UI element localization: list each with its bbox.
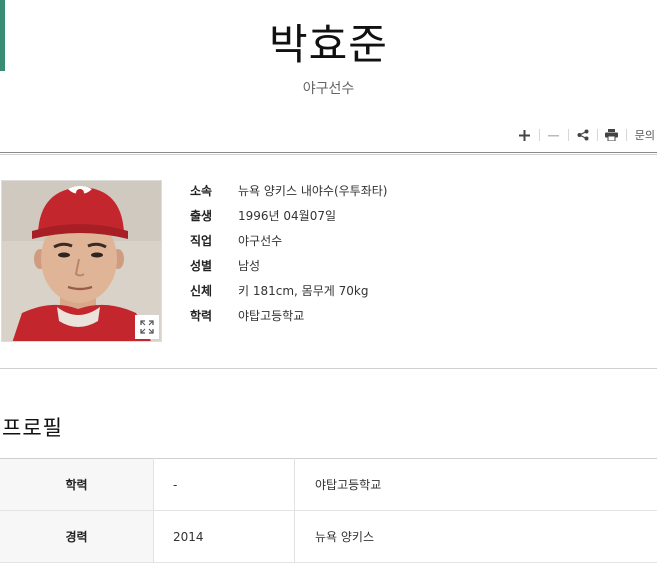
share-icon [577, 129, 589, 141]
table-row: 학력 - 야탑고등학교 [0, 459, 657, 511]
profile-row-desc: 야탑고등학교 [295, 459, 657, 511]
profile-row-label: 학력 [0, 459, 154, 511]
zoom-out-button[interactable] [540, 125, 568, 145]
expand-icon [140, 320, 154, 334]
inquiry-link[interactable]: 문의 [627, 127, 655, 143]
person-info-table: 소속 뉴욕 양키스 내야수(우투좌타) 출생 1996년 04월07일 직업 야… [190, 178, 387, 328]
toolbar: 문의 [511, 124, 655, 146]
info-row-gender: 성별 남성 [190, 253, 387, 278]
info-row-occupation: 직업 야구선수 [190, 228, 387, 253]
info-label: 직업 [190, 232, 238, 249]
print-icon [605, 129, 618, 141]
header-divider [0, 152, 657, 155]
page-title: 박효준 [0, 18, 657, 72]
profile-row-year: 2014 [154, 511, 295, 563]
table-row: 경력 2014 뉴욕 양키스 [0, 511, 657, 563]
photo-expand-button[interactable] [135, 315, 159, 339]
info-value: 야탑고등학교 [238, 307, 304, 324]
section-divider [0, 368, 657, 369]
info-row-birth: 출생 1996년 04월07일 [190, 203, 387, 228]
info-label: 출생 [190, 207, 238, 224]
info-value: 1996년 04월07일 [238, 207, 336, 224]
info-label: 신체 [190, 282, 238, 299]
info-label: 학력 [190, 307, 238, 324]
page-subtitle: 야구선수 [0, 80, 657, 98]
share-button[interactable] [569, 125, 597, 145]
profile-row-label: 경력 [0, 511, 154, 563]
info-value: 남성 [238, 257, 260, 274]
plus-icon [519, 130, 530, 141]
info-row-body: 신체 키 181cm, 몸무게 70kg [190, 278, 387, 303]
info-label: 성별 [190, 257, 238, 274]
profile-photo[interactable] [1, 180, 162, 342]
zoom-in-button[interactable] [511, 125, 539, 145]
print-button[interactable] [598, 125, 626, 145]
info-row-education: 학력 야탑고등학교 [190, 303, 387, 328]
info-value: 야구선수 [238, 232, 282, 249]
info-value: 뉴욕 양키스 내야수(우투좌타) [238, 182, 387, 199]
profile-row-desc: 뉴욕 양키스 [295, 511, 657, 563]
profile-table: 학력 - 야탑고등학교 경력 2014 뉴욕 양키스 [0, 458, 657, 563]
profile-row-year: - [154, 459, 295, 511]
profile-section-title: 프로필 [2, 413, 63, 443]
info-label: 소속 [190, 182, 238, 199]
minus-icon [548, 130, 559, 141]
info-row-affiliation: 소속 뉴욕 양키스 내야수(우투좌타) [190, 178, 387, 203]
info-value: 키 181cm, 몸무게 70kg [238, 282, 368, 299]
